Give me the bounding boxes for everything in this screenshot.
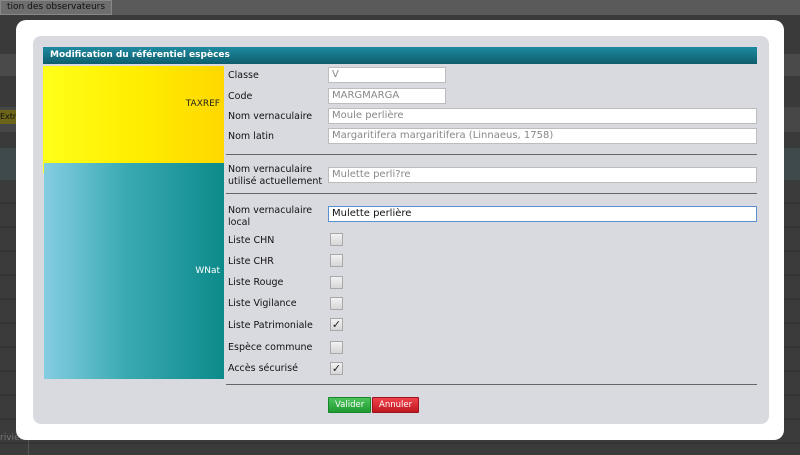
- modal-dialog: Modification du référentiel espèces TAXR…: [16, 20, 784, 440]
- dialog-title: Modification du référentiel espèces: [43, 47, 757, 64]
- liste-chr-checkbox[interactable]: [330, 254, 343, 267]
- acces-securise-checkbox[interactable]: ✓: [330, 362, 343, 375]
- liste-chn-checkbox[interactable]: [330, 233, 343, 246]
- section-divider: [226, 154, 757, 155]
- espece-commune-checkbox[interactable]: [330, 341, 343, 354]
- nom-vernaculaire-actuel-label: Nom vernaculaire utilisé actuellement: [228, 164, 323, 187]
- code-label: Code: [228, 91, 253, 102]
- nom-vernaculaire-local-label: Nom vernaculaire local: [228, 205, 313, 228]
- liste-chr-label: Liste CHR: [228, 256, 274, 267]
- nom-vernaculaire-label: Nom vernaculaire: [228, 111, 313, 122]
- cancel-button[interactable]: Annuler: [372, 397, 420, 413]
- liste-chn-label: Liste CHN: [228, 235, 275, 246]
- wnat-label: WNat: [195, 266, 220, 276]
- code-field[interactable]: MARGMARGA: [328, 88, 446, 104]
- taxref-section: TAXREF: [43, 66, 224, 173]
- section-divider: [226, 384, 757, 385]
- wnat-section: WNat: [44, 163, 224, 379]
- liste-rouge-label: Liste Rouge: [228, 277, 284, 288]
- nom-latin-label: Nom latin: [228, 131, 275, 142]
- nom-latin-field[interactable]: Margaritifera margaritifera (Linnaeus, 1…: [328, 128, 757, 144]
- espece-commune-label: Espèce commune: [228, 342, 313, 353]
- classe-label: Classe: [228, 70, 259, 81]
- acces-securise-label: Accès sécurisé: [228, 363, 298, 374]
- nom-vernaculaire-local-input[interactable]: Mulette perlière: [328, 206, 757, 222]
- background-top-bar: tion des observateurs: [0, 0, 800, 15]
- liste-patrimoniale-label: Liste Patrimoniale: [228, 320, 313, 331]
- liste-rouge-checkbox[interactable]: [330, 276, 343, 289]
- liste-vigilance-checkbox[interactable]: [330, 297, 343, 310]
- nom-vernaculaire-field[interactable]: Moule perlière: [328, 108, 757, 124]
- liste-vigilance-label: Liste Vigilance: [228, 298, 297, 309]
- section-divider: [226, 193, 757, 194]
- validate-button[interactable]: Valider: [328, 397, 372, 413]
- background-tab: tion des observateurs: [0, 0, 113, 15]
- dialog-panel: Modification du référentiel espèces TAXR…: [33, 36, 769, 424]
- nom-vernaculaire-actuel-field[interactable]: Mulette perli?re: [328, 167, 757, 183]
- liste-patrimoniale-checkbox[interactable]: ✓: [330, 318, 343, 331]
- taxref-label: TAXREF: [185, 99, 220, 109]
- classe-field[interactable]: V: [328, 67, 446, 83]
